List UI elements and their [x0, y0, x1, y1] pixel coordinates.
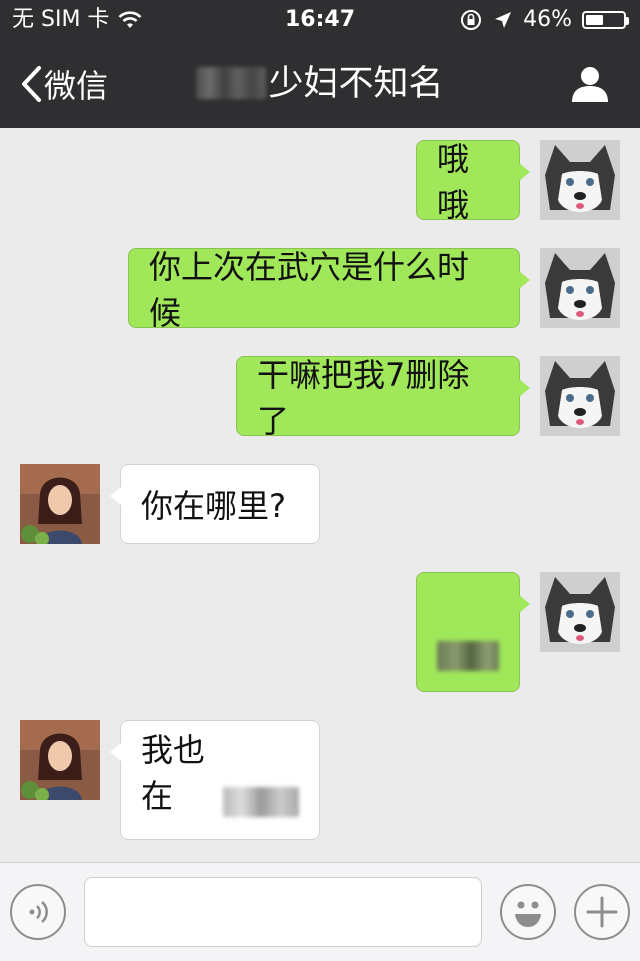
message-bubble-sent[interactable]: 干嘛把我7删除了	[236, 356, 530, 440]
emoji-button[interactable]	[500, 884, 556, 940]
contact-avatar[interactable]	[20, 720, 100, 800]
status-bar: 无 SIM 卡 16:47 46%	[0, 0, 640, 40]
my-avatar[interactable]	[540, 356, 620, 436]
husky-avatar-image	[540, 248, 620, 328]
emoji-icon	[515, 901, 541, 927]
message-bubble-received[interactable]: 你在哪里?	[110, 464, 320, 544]
message-text: 你上次在武穴是什么时候	[149, 248, 470, 332]
my-avatar[interactable]	[540, 248, 620, 328]
message-bubble-sent[interactable]: 哦哦	[416, 140, 530, 224]
woman-avatar-image	[20, 464, 100, 544]
message-bubble-sent[interactable]: 你上次在武穴是什么时候	[128, 248, 530, 332]
chat-title: 少妇不知名	[0, 40, 640, 128]
message-bubble-received[interactable]: 我也在	[110, 720, 320, 840]
battery-fill	[586, 15, 603, 25]
message-input[interactable]	[84, 877, 482, 947]
woman-avatar-image	[20, 720, 100, 800]
battery-percent: 46%	[523, 7, 572, 32]
voice-button[interactable]	[10, 884, 66, 940]
profile-icon[interactable]	[570, 64, 610, 104]
message-text: 我也在	[141, 731, 206, 815]
husky-avatar-image	[540, 140, 620, 220]
message-bubble-sent[interactable]	[416, 572, 530, 692]
more-button[interactable]	[574, 884, 630, 940]
status-right: 46%	[459, 0, 629, 40]
chat-title-text: 少妇不知名	[268, 64, 444, 104]
location-arrow-icon	[495, 12, 512, 28]
message-text: 你在哪里?	[141, 487, 286, 525]
input-bar	[0, 862, 640, 961]
contact-avatar[interactable]	[20, 464, 100, 544]
redacted-text	[437, 641, 499, 671]
title-redacted-part	[196, 67, 267, 99]
voice-icon	[29, 901, 48, 923]
top-bar: 无 SIM 卡 16:47 46% 微信 少妇不知名	[0, 0, 640, 128]
lock-rotation-icon	[461, 10, 482, 30]
redacted-text	[222, 787, 299, 817]
message-text: 哦哦	[437, 140, 470, 224]
battery-icon	[582, 11, 629, 29]
message-text: 干嘛把我7删除了	[257, 356, 470, 440]
my-avatar[interactable]	[540, 140, 620, 220]
husky-avatar-image	[540, 356, 620, 436]
my-avatar[interactable]	[540, 572, 620, 652]
plus-icon	[586, 896, 618, 928]
husky-avatar-image	[540, 572, 620, 652]
nav-bar: 微信 少妇不知名	[0, 40, 640, 128]
